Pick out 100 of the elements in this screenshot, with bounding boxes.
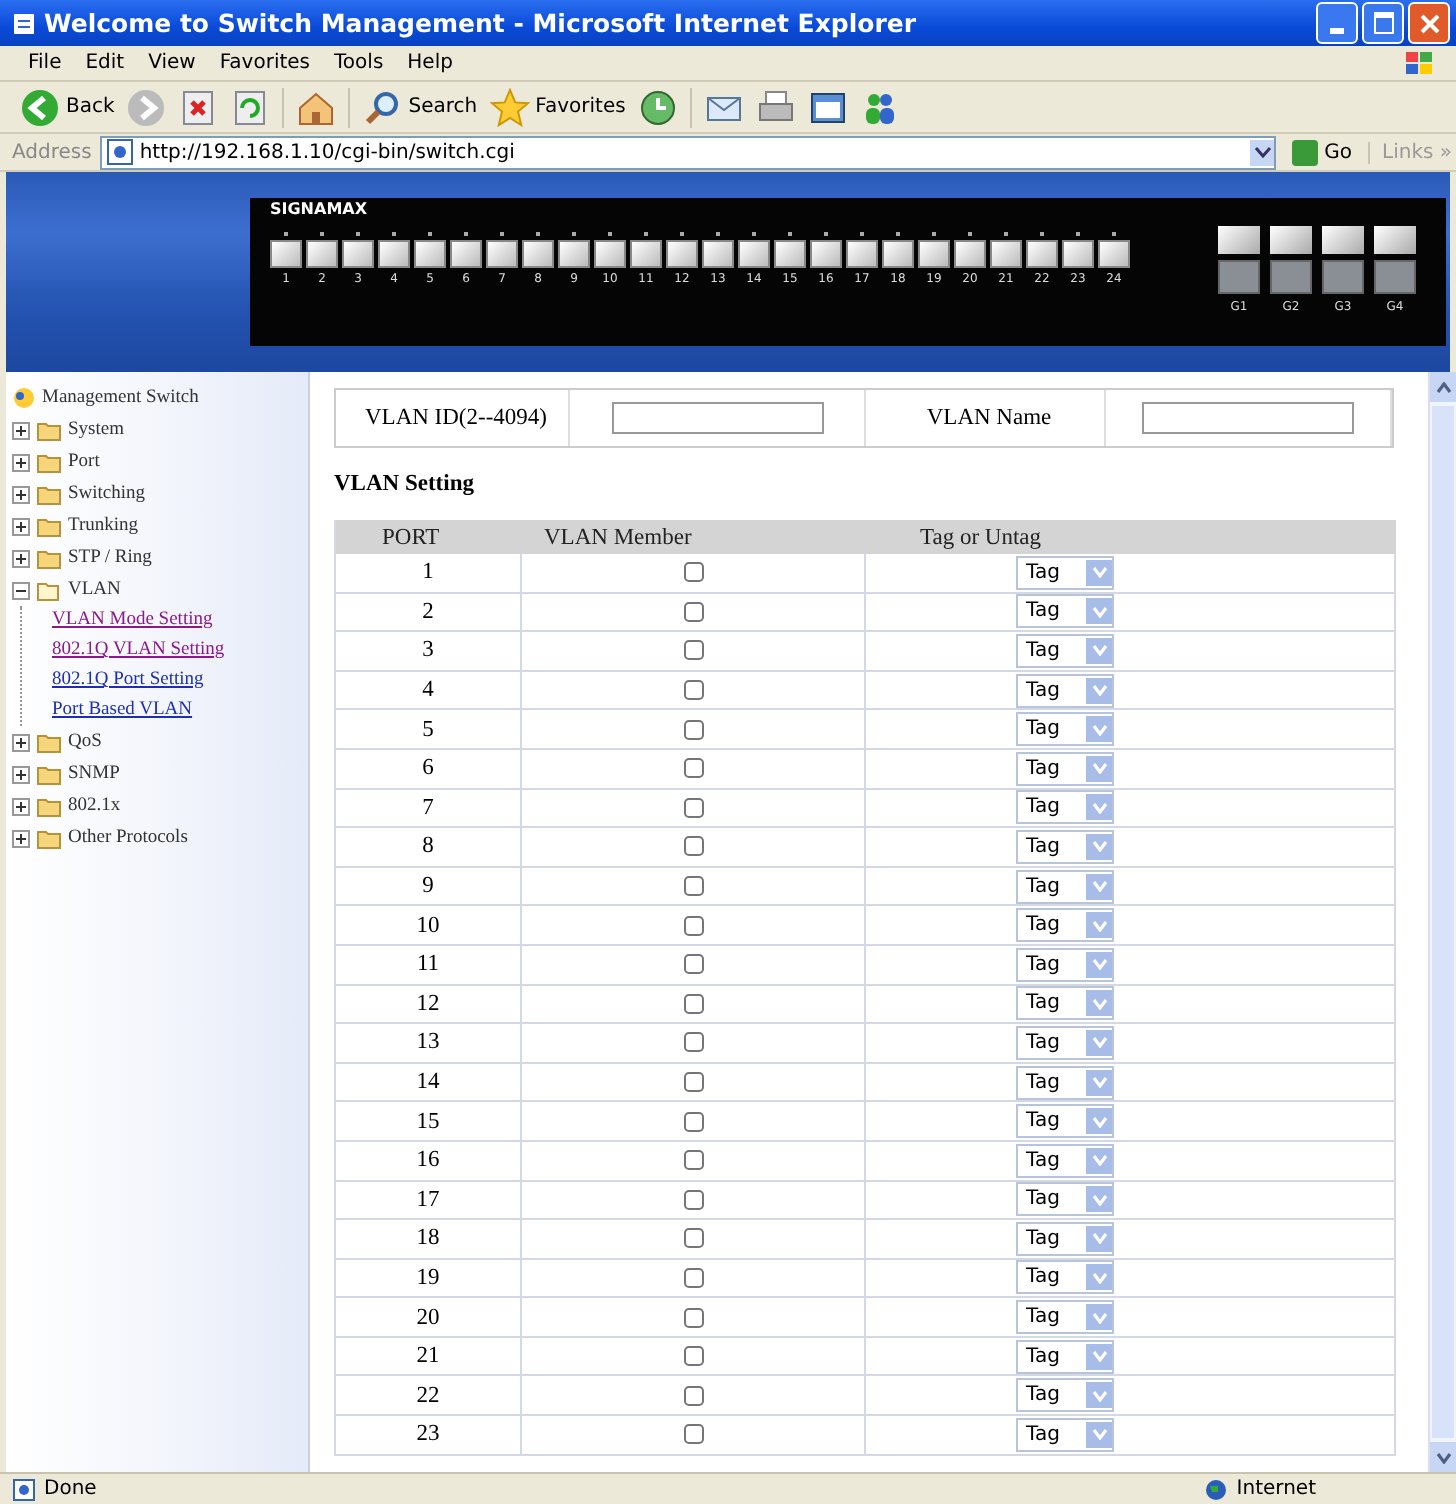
vlan-member-checkbox[interactable] xyxy=(683,640,703,661)
minimize-button[interactable] xyxy=(1316,2,1358,44)
scroll-up-icon[interactable] xyxy=(1435,381,1451,393)
expand-icon[interactable] xyxy=(12,829,30,847)
vlan-member-checkbox[interactable] xyxy=(683,993,703,1014)
tag-dropdown[interactable]: Tag xyxy=(1016,1339,1114,1374)
tree-item[interactable]: Port xyxy=(68,452,100,472)
tag-dropdown[interactable]: Tag xyxy=(1016,1065,1114,1100)
tag-dropdown[interactable]: Tag xyxy=(1016,869,1114,904)
tree-item[interactable]: System xyxy=(68,420,124,440)
vlan-member-checkbox[interactable] xyxy=(683,1072,703,1093)
tag-dropdown[interactable]: Tag xyxy=(1016,1260,1114,1295)
tag-dropdown[interactable]: Tag xyxy=(1016,908,1114,943)
caret-icon[interactable] xyxy=(1253,146,1272,158)
expand-icon[interactable] xyxy=(12,733,30,751)
tag-dropdown[interactable]: Tag xyxy=(1016,555,1114,590)
vlan-member-checkbox[interactable] xyxy=(683,1189,703,1210)
vlan-member-checkbox[interactable] xyxy=(683,719,703,740)
vlan-member-checkbox[interactable] xyxy=(683,1111,703,1132)
maximize-button[interactable] xyxy=(1362,2,1404,44)
tag-dropdown[interactable]: Tag xyxy=(1016,1143,1114,1178)
vlan-member-checkbox[interactable] xyxy=(683,876,703,897)
tag-dropdown[interactable]: Tag xyxy=(1016,594,1114,629)
vlan-member-checkbox[interactable] xyxy=(683,680,703,701)
favorites-button[interactable]: Favorites xyxy=(489,87,626,127)
vlan-member-checkbox[interactable] xyxy=(683,1424,703,1445)
go-button[interactable]: Go xyxy=(1284,139,1360,165)
vlan-member-checkbox[interactable] xyxy=(683,1228,703,1249)
menu-item[interactable]: View xyxy=(148,52,196,74)
tree-link[interactable]: VLAN Mode Setting xyxy=(52,606,308,636)
tag-dropdown[interactable]: Tag xyxy=(1016,986,1114,1021)
house-icon[interactable] xyxy=(296,87,337,127)
tree-item[interactable]: STP / Ring xyxy=(68,548,152,568)
expand-icon[interactable] xyxy=(12,421,30,439)
vlan-member-checkbox[interactable] xyxy=(683,954,703,975)
vlan-member-checkbox[interactable] xyxy=(683,758,703,779)
clock-icon[interactable] xyxy=(637,87,678,127)
vlan-member-checkbox[interactable] xyxy=(683,1307,703,1328)
close-icon[interactable] xyxy=(1419,13,1439,33)
expand-icon[interactable] xyxy=(12,485,30,503)
tree-item[interactable]: Trunking xyxy=(68,516,139,536)
expand-icon[interactable] xyxy=(12,453,30,471)
tree-item[interactable]: Switching xyxy=(68,484,146,504)
search-icon[interactable] xyxy=(362,87,403,127)
vlan-member-checkbox[interactable] xyxy=(683,1032,703,1053)
vlan-member-checkbox[interactable] xyxy=(683,836,703,857)
tree-item[interactable]: VLAN xyxy=(68,580,121,600)
tree-link[interactable]: 802.1Q VLAN Setting xyxy=(52,636,308,666)
tag-dropdown[interactable]: Tag xyxy=(1016,633,1114,668)
search-button[interactable]: Search xyxy=(362,87,478,127)
tag-dropdown[interactable]: Tag xyxy=(1016,1104,1114,1139)
tag-dropdown[interactable]: Tag xyxy=(1016,790,1114,825)
menu-item[interactable]: Favorites xyxy=(219,52,311,74)
tag-dropdown[interactable]: Tag xyxy=(1016,673,1114,708)
vlan-id-field[interactable] xyxy=(611,402,823,434)
vlan-member-checkbox[interactable] xyxy=(683,797,703,818)
expand-icon[interactable] xyxy=(12,765,30,783)
refresh-icon[interactable] xyxy=(230,87,271,127)
collapse-icon[interactable] xyxy=(12,581,30,599)
tag-dropdown[interactable]: Tag xyxy=(1016,1025,1114,1060)
tree-item[interactable]: SNMP xyxy=(68,764,120,784)
expand-icon[interactable] xyxy=(12,797,30,815)
vlan-member-checkbox[interactable] xyxy=(683,1346,703,1367)
tag-dropdown[interactable]: Tag xyxy=(1016,712,1114,747)
tree-link[interactable]: Port Based VLAN xyxy=(52,696,308,726)
vlan-member-checkbox[interactable] xyxy=(683,1150,703,1171)
tag-dropdown[interactable]: Tag xyxy=(1016,947,1114,982)
stop-icon[interactable] xyxy=(178,87,219,127)
tree-root[interactable]: Management Switch xyxy=(42,388,199,408)
scrollbar[interactable] xyxy=(1428,372,1456,1472)
menu-item[interactable]: File xyxy=(28,52,62,74)
scroll-down-icon[interactable] xyxy=(1435,1451,1451,1463)
vlan-member-checkbox[interactable] xyxy=(683,1385,703,1406)
tag-dropdown[interactable]: Tag xyxy=(1016,1300,1114,1335)
address-field[interactable]: http://192.168.1.10/cgi-bin/switch.cgi xyxy=(99,135,1277,169)
tag-dropdown[interactable]: Tag xyxy=(1016,1417,1114,1452)
tag-dropdown[interactable]: Tag xyxy=(1016,1182,1114,1217)
vlan-member-checkbox[interactable] xyxy=(683,1267,703,1288)
tree-item[interactable]: Other Protocols xyxy=(68,828,188,848)
document-icon[interactable] xyxy=(807,87,848,127)
vlan-member-checkbox[interactable] xyxy=(683,915,703,936)
back-button[interactable]: Back xyxy=(20,87,115,127)
tree-link[interactable]: 802.1Q Port Setting xyxy=(52,666,308,696)
tag-dropdown[interactable]: Tag xyxy=(1016,751,1114,786)
vlan-member-checkbox[interactable] xyxy=(683,562,703,583)
tag-dropdown[interactable]: Tag xyxy=(1016,1221,1114,1256)
tag-dropdown[interactable]: Tag xyxy=(1016,1378,1114,1413)
tree-item[interactable]: 802.1x xyxy=(68,796,121,816)
close-button[interactable] xyxy=(1408,2,1450,44)
tree-item[interactable]: QoS xyxy=(68,732,102,752)
expand-icon[interactable] xyxy=(12,549,30,567)
tag-dropdown[interactable]: Tag xyxy=(1016,829,1114,864)
star-icon[interactable] xyxy=(489,87,530,127)
vlan-name-field[interactable] xyxy=(1142,402,1354,434)
expand-icon[interactable] xyxy=(12,517,30,535)
vlan-member-checkbox[interactable] xyxy=(683,601,703,622)
menu-item[interactable]: Tools xyxy=(334,52,384,74)
menu-item[interactable]: Help xyxy=(407,52,453,74)
printer-icon[interactable] xyxy=(755,87,796,127)
menu-item[interactable]: Edit xyxy=(85,52,125,74)
